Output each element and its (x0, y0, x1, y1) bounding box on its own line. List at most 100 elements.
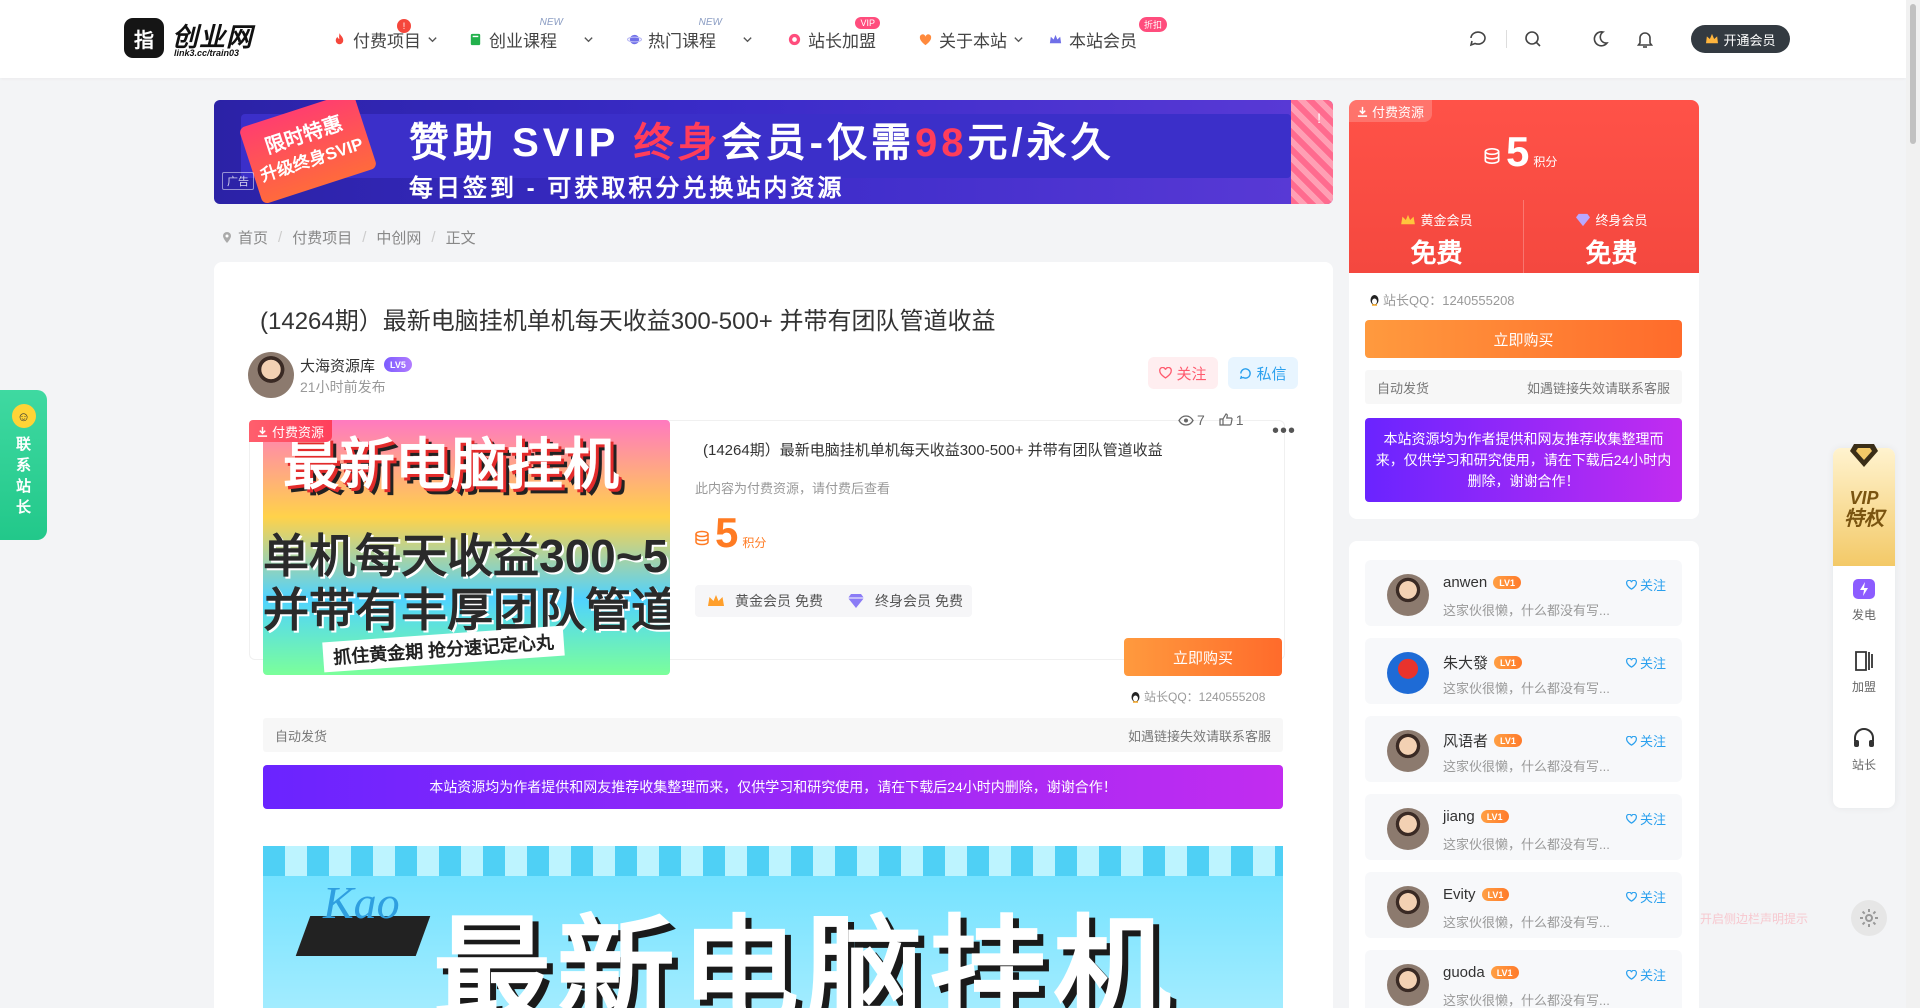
moon-icon[interactable] (1589, 28, 1611, 50)
copyright-notice: 本站资源均为作者提供和网友推荐收集整理而来，仅供学习和研究使用，请在下载后24小… (263, 765, 1283, 809)
list-item[interactable]: anwen LV1 这家伙很懒，什么都没有写... 关注 (1365, 560, 1682, 626)
nav-item-about[interactable]: 关于本站 (918, 26, 1024, 52)
nav-item-membership[interactable]: 本站会员 折扣 (1048, 16, 1167, 52)
user-avatar[interactable] (1387, 652, 1429, 694)
user-name[interactable]: Evity (1443, 886, 1476, 903)
settings-button[interactable] (1851, 900, 1887, 936)
pay-price-unit: 积分 (742, 536, 767, 550)
heart-icon (1626, 969, 1637, 980)
nav-item-hot-courses[interactable]: 热门课程 NEW (627, 16, 753, 52)
breadcrumb-current: 正文 (445, 230, 476, 247)
breadcrumb-category[interactable]: 付费项目 (292, 227, 352, 248)
list-item[interactable]: 朱大發 LV1 这家伙很懒，什么都没有写... 关注 (1365, 638, 1682, 704)
user-follow-button[interactable]: 关注 (1626, 965, 1666, 984)
toolbar-item-power[interactable]: 发电 (1833, 576, 1895, 623)
coin-stack-icon (1484, 147, 1500, 165)
list-item[interactable]: guoda LV1 这家伙很懒，什么都没有写... 关注 (1365, 950, 1682, 1008)
sidebar-copyright-notice: 本站资源均为作者提供和网友推荐收集整理而来，仅供学习和研究使用，请在下载后24小… (1365, 418, 1682, 502)
user-avatar[interactable] (1387, 574, 1429, 616)
breadcrumb-separator: / (362, 229, 367, 246)
nav-badge: 折扣 (1138, 16, 1167, 32)
nav-label: 付费项目! (353, 18, 421, 51)
user-name[interactable]: guoda (1443, 964, 1485, 981)
breadcrumb-home[interactable]: 首页 (238, 227, 268, 248)
nav-item-paid-projects[interactable]: 付费项目! (332, 18, 438, 52)
user-name[interactable]: 朱大發 (1443, 652, 1488, 673)
sidebar-gold-col: 黄金会员 免费 (1349, 210, 1524, 270)
toolbar-item-label: 站长 (1851, 758, 1876, 772)
contact-owner-tab[interactable]: ☺ 联系站长 (0, 390, 47, 540)
life-member-label: 终身会员 (875, 593, 931, 609)
more-options-icon[interactable]: ••• (1272, 420, 1296, 443)
user-name[interactable]: anwen (1443, 574, 1487, 591)
sidebar-auto-delivery-row: 自动发货 如遇链接失效请联系客服 (1365, 370, 1682, 404)
page-scrollbar[interactable] (1906, 0, 1920, 1008)
search-icon[interactable] (1522, 28, 1544, 50)
vip-line2: 特权 (1844, 508, 1884, 530)
logo-url: link3.cc/train03 (174, 48, 240, 58)
chevron-down-icon (584, 36, 593, 42)
user-avatar[interactable] (1387, 964, 1429, 1006)
nav-label: 热门课程 NEW (648, 16, 722, 51)
breadcrumb-source[interactable]: 中创网 (376, 227, 421, 248)
publish-time: 21小时前发布 (300, 379, 386, 395)
chevron-down-icon (1014, 36, 1023, 42)
sidebar-auto-label: 自动发货 (1377, 380, 1430, 396)
author-avatar[interactable] (248, 352, 294, 398)
list-item[interactable]: jiang LV1 这家伙很懒，什么都没有写... 关注 (1365, 794, 1682, 860)
toolbar-item-owner[interactable]: 站长 (1833, 726, 1895, 773)
banner-close-icon[interactable]: ! (1317, 110, 1321, 126)
bell-icon[interactable] (1634, 28, 1656, 50)
sidebar-buy-now-button[interactable]: 立即购买 (1365, 320, 1682, 358)
private-message-button[interactable]: 私信 (1228, 357, 1298, 389)
follow-button[interactable]: 关注 (1148, 357, 1218, 389)
user-follow-button[interactable]: 关注 (1626, 809, 1666, 828)
nav-item-startup-courses[interactable]: 创业课程 NEW (468, 17, 594, 52)
sidebar-user-list: anwen LV1 这家伙很懒，什么都没有写... 关注 朱大發 LV1 这家伙很懒… (1349, 541, 1699, 1008)
user-bio: 这家伙很懒，什么都没有写... (1443, 993, 1610, 1008)
heart-icon (1626, 891, 1637, 902)
user-avatar[interactable] (1387, 730, 1429, 772)
owner-qq-text: 站长QQ：1240555208 (1144, 690, 1266, 704)
sidebar-owner-qq-text: 站长QQ：1240555208 (1383, 293, 1515, 308)
user-follow-button[interactable]: 关注 (1626, 887, 1666, 906)
nav-item-franchise[interactable]: 站长加盟 VIP (787, 16, 880, 52)
thumb-line1: 最新电脑挂机 (283, 433, 619, 496)
life-member-value: 免费 (935, 593, 963, 609)
promo-banner[interactable]: 限时特惠 升级终身SVIP 赞助 SVIP 终身会员-仅需98元/永久 每日签到… (214, 100, 1333, 204)
user-follow-button[interactable]: 关注 (1626, 731, 1666, 750)
like-count[interactable]: 1 (1219, 412, 1244, 428)
toolbar-item-join[interactable]: 加盟 (1833, 648, 1895, 695)
scrollbar-thumb[interactable] (1910, 4, 1916, 144)
post-stats: 7 1 (1178, 412, 1244, 428)
chat-icon[interactable] (1467, 28, 1489, 50)
user-name[interactable]: 风语者 (1443, 730, 1488, 751)
nav-badge: NEW (698, 16, 722, 28)
banner-subline: 每日签到 - 可获取积分兑换站内资源 (409, 175, 845, 202)
author-name[interactable]: 大海资源库 (300, 355, 375, 376)
user-name[interactable]: jiang (1443, 808, 1475, 825)
heart-icon (1626, 657, 1637, 668)
breadcrumb-separator: / (431, 229, 436, 246)
list-item[interactable]: Evity LV1 这家伙很懒，什么都没有写... 关注 (1365, 872, 1682, 938)
gear-icon (1860, 909, 1878, 927)
breadcrumb: 首页 / 付费项目 / 中创网 / 正文 (222, 227, 476, 248)
breadcrumb-separator: / (278, 229, 283, 246)
user-level-badge: LV1 (1480, 810, 1509, 823)
sidebar-gold-label-row: 黄金会员 (1349, 210, 1524, 229)
sidebar-life-col: 终身会员 免费 (1524, 210, 1699, 270)
user-follow-button[interactable]: 关注 (1626, 653, 1666, 672)
user-avatar[interactable] (1387, 886, 1429, 928)
chevron-down-icon (743, 36, 752, 42)
open-vip-button[interactable]: 开通会员 (1691, 25, 1790, 53)
list-item[interactable]: 风语者 LV1 这家伙很懒，什么都没有写... 关注 (1365, 716, 1682, 782)
site-logo[interactable]: 指 创业网 link3.cc/train03 (124, 18, 256, 62)
smile-icon: ☺ (11, 404, 36, 428)
auto-delivery-row: 自动发货 如遇链接失效请联系客服 (263, 718, 1283, 752)
user-follow-button[interactable]: 关注 (1626, 575, 1666, 594)
sidebar-auto-note: 如遇链接失效请联系客服 (1526, 380, 1670, 396)
user-avatar[interactable] (1387, 808, 1429, 850)
user-follow-label: 关注 (1639, 812, 1666, 827)
buy-now-button[interactable]: 立即购买 (1124, 638, 1282, 676)
contact-owner-label: 联系站长 (15, 436, 31, 516)
